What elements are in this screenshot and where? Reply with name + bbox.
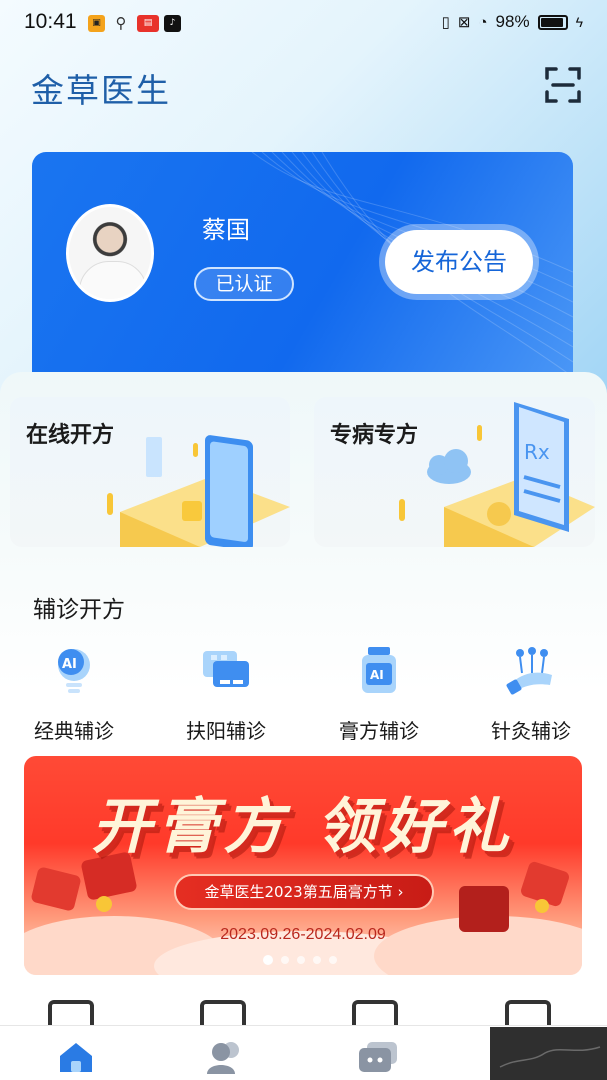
doctor-card: 蔡国 已认证 发布公告 xyxy=(32,152,573,392)
assist-section-title: 辅诊开方 xyxy=(33,597,125,623)
tool-label: 膏方辅诊 xyxy=(339,719,419,743)
status-bar: 10:41 ▣ ⚲ ▤ ♪ ▯ ⊠ ◔ 98% ϟ xyxy=(0,0,607,48)
pagination-dot[interactable] xyxy=(329,956,337,964)
tool-paste-assist[interactable]: AI 膏方辅诊 xyxy=(319,645,439,745)
feature-card-special-disease[interactable]: 专病专方 Rx xyxy=(314,397,595,547)
battery-icon xyxy=(537,14,568,30)
news-icon: ▤ xyxy=(137,15,159,32)
tool-label: 经典辅诊 xyxy=(34,719,114,743)
thumbnail-chart xyxy=(499,1046,601,1068)
usb-icon: ⚲ xyxy=(115,14,127,32)
banner-subtitle[interactable]: 金草医生2023第五届膏方节 › xyxy=(174,874,434,910)
promo-banner[interactable]: 开膏方 领好礼 金草医生2023第五届膏方节 › 2023.09.26-2024… xyxy=(24,756,582,975)
home-icon xyxy=(60,1043,92,1072)
svg-text:Rx: Rx xyxy=(524,440,550,464)
tab-home[interactable] xyxy=(57,1040,97,1076)
pagination-dot[interactable] xyxy=(281,956,289,964)
svg-text:AI: AI xyxy=(62,657,77,672)
pagination-dot[interactable] xyxy=(313,956,321,964)
tab-messages[interactable] xyxy=(359,1040,399,1076)
vibrate-icon: ▯ xyxy=(441,14,450,31)
chat-icon xyxy=(203,651,249,687)
cube-icon: ▣ xyxy=(88,15,105,32)
wifi-icon: ◔ xyxy=(478,13,488,31)
ai-bulb-icon: AI xyxy=(58,649,90,693)
avatar-coat xyxy=(79,261,147,299)
corner-thumbnail xyxy=(490,1027,607,1080)
banner-pagination xyxy=(263,955,337,965)
doctor-avatar[interactable] xyxy=(66,204,154,302)
tablet-icon xyxy=(107,435,290,547)
charging-icon: ϟ xyxy=(575,14,583,30)
status-time: 10:41 xyxy=(24,10,77,33)
prescription-icon: Rx xyxy=(399,402,595,547)
banner-dates: 2023.09.26-2024.02.09 xyxy=(220,926,386,943)
tool-classic-assist[interactable]: AI 经典辅诊 xyxy=(14,645,134,745)
banner-headline: 开膏方 领好礼 xyxy=(91,792,515,862)
peek-icon[interactable] xyxy=(48,1000,94,1026)
pagination-dot[interactable] xyxy=(297,956,305,964)
tool-label: 针灸辅诊 xyxy=(491,719,571,743)
ai-jar-icon: AI xyxy=(362,647,396,693)
pagination-dot[interactable] xyxy=(263,955,273,965)
tab-patients[interactable] xyxy=(207,1040,247,1076)
acupuncture-icon xyxy=(506,647,552,695)
tiktok-icon: ♪ xyxy=(164,15,181,32)
publish-notice-label: 发布公告 xyxy=(385,230,533,294)
feature-card-online-prescription[interactable]: 在线开方 xyxy=(10,397,290,547)
svg-text:AI: AI xyxy=(370,668,384,682)
peek-icon[interactable] xyxy=(352,1000,398,1026)
messages-icon xyxy=(359,1042,397,1072)
publish-notice-button[interactable]: 发布公告 xyxy=(379,224,539,300)
status-right: ▯ ⊠ ◔ 98% ϟ xyxy=(442,12,583,32)
peek-icon[interactable] xyxy=(200,1000,246,1026)
sim-icon: ⊠ xyxy=(457,14,471,31)
tool-label: 扶阳辅诊 xyxy=(186,719,266,743)
scan-icon xyxy=(545,67,581,103)
verified-badge: 已认证 xyxy=(194,267,294,301)
battery-percent: 98% xyxy=(495,12,530,31)
tool-yang-assist[interactable]: 扶阳辅诊 xyxy=(166,645,286,745)
patients-icon xyxy=(207,1042,239,1074)
app-title: 金草医生 xyxy=(31,71,171,110)
tool-acupuncture-assist[interactable]: 针灸辅诊 xyxy=(471,645,591,745)
qr-code-icon[interactable] xyxy=(505,1000,551,1026)
scan-button[interactable] xyxy=(544,66,582,104)
doctor-name: 蔡国 xyxy=(202,216,250,244)
